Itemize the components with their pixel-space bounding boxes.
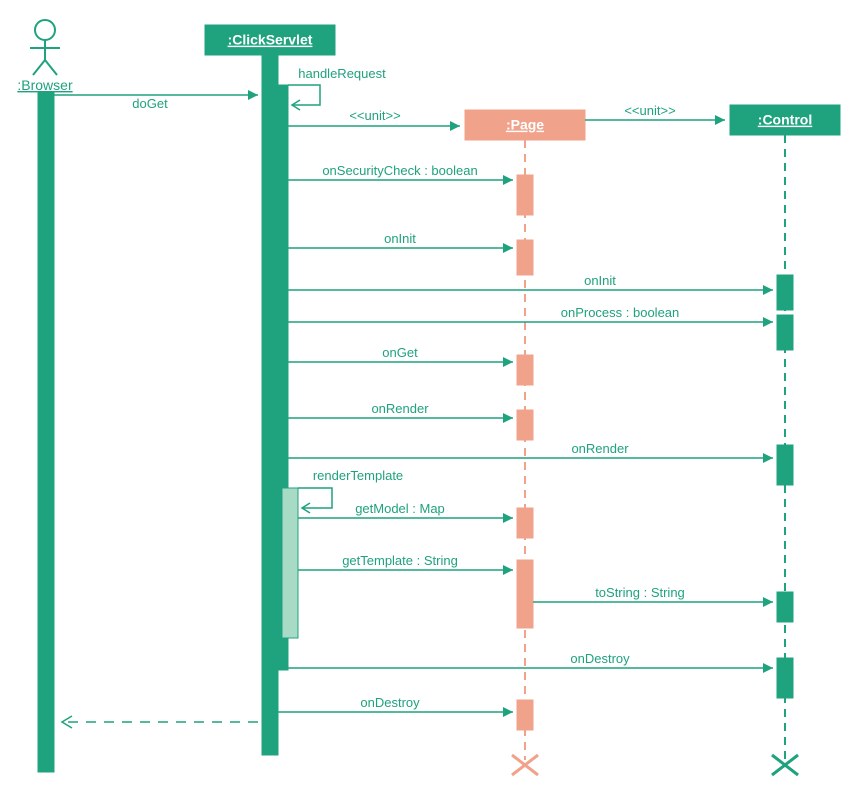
control-activation-ondestroy [777,658,793,698]
lifeline-clickservlet: :ClickServlet [205,25,335,55]
page-activation-oninit [517,240,533,275]
control-activation-onrender [777,445,793,485]
lifeline-control: :Control [730,105,840,135]
actor-browser: :Browser [17,20,73,93]
page-activation-getmodel [517,508,533,538]
page-activation-onrender [517,410,533,440]
browser-label: :Browser [17,77,73,93]
msg-gettemplate: getTemplate : String [342,553,458,568]
msg-tostring: toString : String [595,585,685,600]
msg-rendertemplate: renderTemplate [313,468,403,483]
msg-ondestroy2: onDestroy [360,695,420,710]
sequence-diagram: :Browser :ClickServlet :Page :Control do… [0,0,851,788]
msg-onprocess: onProcess : boolean [561,305,680,320]
clickservlet-rendertemplate-activation [282,488,298,638]
lifeline-page: :Page [465,110,585,140]
msg-oninit1: onInit [384,231,416,246]
msg-security: onSecurityCheck : boolean [322,163,477,178]
control-activation-onprocess [777,315,793,350]
msg-onget: onGet [382,345,418,360]
msg-handlerequest-line [288,85,320,105]
page-label: :Page [506,117,544,133]
msg-ondestroy1: onDestroy [570,651,630,666]
msg-doget: doGet [132,96,168,111]
page-activation-onget [517,355,533,385]
browser-activation [38,92,54,772]
msg-onrender2: onRender [571,441,629,456]
msg-oninit2: onInit [584,273,616,288]
page-activation-gettemplate [517,560,533,628]
msg-onrender1: onRender [371,401,429,416]
clickservlet-label: :ClickServlet [228,32,313,48]
msg-getmodel: getModel : Map [355,501,445,516]
page-activation-security [517,175,533,215]
control-activation-oninit [777,275,793,310]
msg-handlerequest: handleRequest [298,66,386,81]
msg-rendertemplate-line [298,488,332,508]
page-activation-ondestroy [517,700,533,730]
msg-unit2: <<unit>> [624,103,675,118]
control-activation-tostring [777,592,793,622]
control-label: :Control [758,112,812,128]
msg-unit1: <<unit>> [349,108,400,123]
